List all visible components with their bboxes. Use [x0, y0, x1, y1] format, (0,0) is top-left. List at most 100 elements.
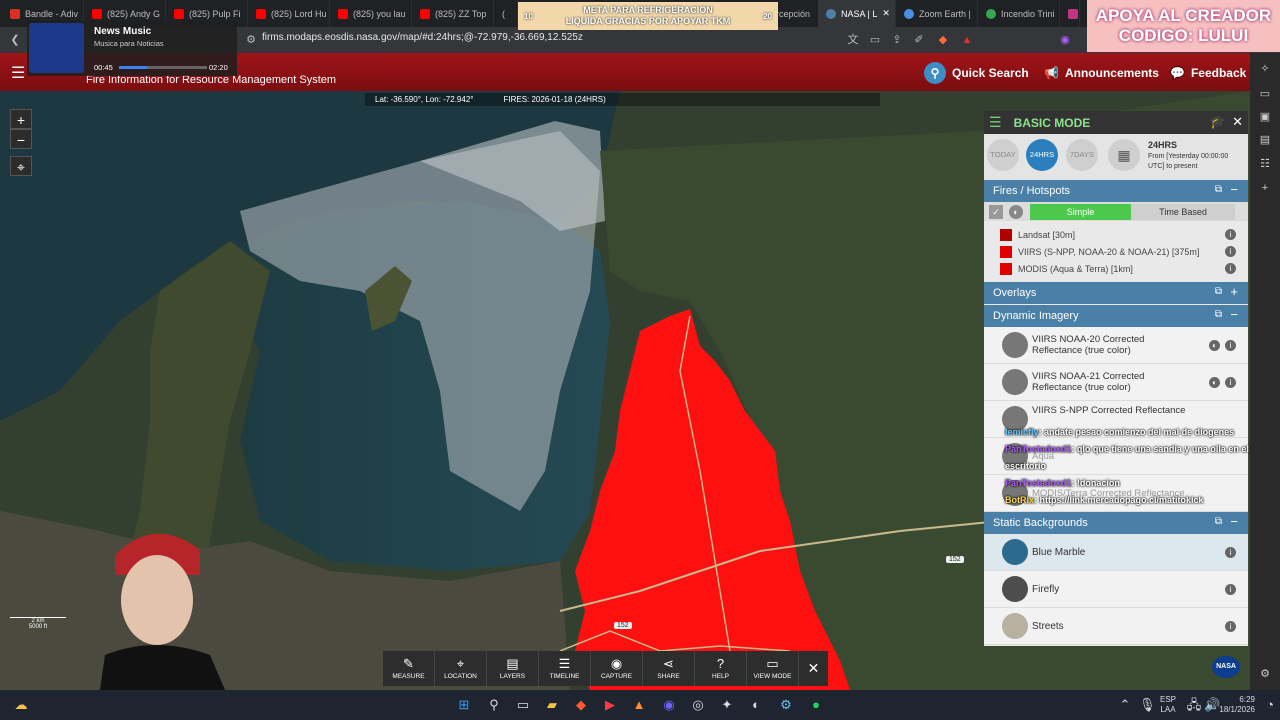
brave-icon[interactable]: ◆: [573, 697, 589, 713]
sidebar-icon[interactable]: ▭: [1258, 87, 1272, 101]
menu-icon[interactable]: ☰: [989, 114, 1002, 131]
file-explorer-icon[interactable]: ▰: [544, 697, 560, 713]
close-panel-icon[interactable]: ✕: [1232, 114, 1243, 130]
opacity-icon[interactable]: ◐: [1209, 376, 1220, 388]
add-icon[interactable]: +: [1258, 181, 1272, 195]
overlays-section-header[interactable]: Overlays ⧉ +: [984, 282, 1248, 304]
volume-icon[interactable]: 🔊: [1204, 697, 1220, 713]
browser-tab[interactable]: (: [494, 0, 518, 27]
announcements-button[interactable]: 📢 Announcements: [1044, 62, 1159, 84]
url-field[interactable]: firms.modaps.eosdis.nasa.gov/map/#d:24hr…: [262, 32, 583, 43]
calendar-icon[interactable]: ▦: [1108, 139, 1140, 171]
settings-icon[interactable]: ⚙: [1258, 667, 1272, 681]
info-icon[interactable]: i: [1225, 229, 1236, 240]
expand-icon[interactable]: ⧉: [1215, 309, 1222, 320]
quick-search-button[interactable]: ⚲ Quick Search: [924, 62, 1029, 84]
windows-start-icon[interactable]: ⊞: [456, 697, 472, 713]
graduation-cap-icon[interactable]: 🎓: [1210, 114, 1226, 130]
wallet-icon[interactable]: ▣: [1258, 110, 1272, 124]
close-toolbar-icon[interactable]: ✕: [799, 651, 828, 686]
24hrs-button[interactable]: 24HRS: [1026, 139, 1058, 171]
bookmarks-icon[interactable]: ▤: [1258, 133, 1272, 147]
timeline-button[interactable]: ☰ TIMELINE: [539, 651, 591, 686]
spotify-icon[interactable]: ●: [808, 697, 824, 713]
bookmark-icon[interactable]: ✐: [912, 33, 926, 47]
time-based-tab[interactable]: Time Based: [1131, 203, 1235, 220]
location-button[interactable]: ⌖ LOCATION: [435, 651, 487, 686]
fires-section-header[interactable]: Fires / Hotspots ⧉ −: [984, 180, 1248, 202]
static-backgrounds-header[interactable]: Static Backgrounds ⧉ −: [984, 512, 1248, 534]
brave-rewards-icon[interactable]: ▲: [960, 33, 974, 47]
expand-icon[interactable]: ⧉: [1215, 286, 1222, 297]
dynamic-imagery-header[interactable]: Dynamic Imagery ⧉ −: [984, 305, 1248, 327]
cast-icon[interactable]: ▭: [868, 33, 882, 47]
feedback-button[interactable]: 💬 Feedback: [1170, 62, 1246, 84]
info-icon[interactable]: i: [1225, 263, 1236, 274]
fire-layer-viirs[interactable]: VIIRS (S-NPP, NOAA-20 & NOAA-21) [375m] i: [984, 243, 1248, 260]
expand-icon[interactable]: ⧉: [1215, 184, 1222, 195]
help-button[interactable]: ? HELP: [695, 651, 747, 686]
weather-icon[interactable]: ☁: [13, 697, 29, 713]
tray-chevron-icon[interactable]: ⌃: [1117, 697, 1133, 713]
network-icon[interactable]: 🖧: [1186, 697, 1202, 713]
site-settings-icon[interactable]: ⚙: [244, 33, 258, 47]
app-icon[interactable]: ▲: [631, 697, 647, 713]
collapse-icon[interactable]: −: [1230, 182, 1238, 197]
zoom-out-button[interactable]: −: [10, 129, 32, 149]
dynamic-layer[interactable]: VIIRS NOAA-20 Corrected Reflectance (tru…: [984, 327, 1248, 364]
back-icon[interactable]: ❮: [8, 33, 22, 47]
opacity-icon[interactable]: ◐: [1009, 204, 1023, 219]
browser-tab[interactable]: (825) you lau: [330, 0, 412, 27]
share-button[interactable]: ⋖ SHARE: [643, 651, 695, 686]
info-icon[interactable]: i: [1225, 583, 1236, 595]
steam-icon[interactable]: ⚙: [778, 697, 794, 713]
discord-icon[interactable]: ◉: [661, 697, 677, 713]
hamburger-menu-icon[interactable]: ☰: [11, 63, 25, 83]
app-icon[interactable]: ✦: [719, 697, 735, 713]
dynamic-layer[interactable]: VIIRS NOAA-21 Corrected Reflectance (tru…: [984, 364, 1248, 401]
browser-tab-active[interactable]: NASA | L ✕: [818, 0, 896, 27]
info-icon[interactable]: i: [1225, 246, 1236, 257]
zoom-in-button[interactable]: +: [10, 109, 32, 129]
brave-shield-icon[interactable]: ◆: [936, 33, 950, 47]
obs-icon[interactable]: ◎: [690, 697, 706, 713]
measure-button[interactable]: ✎ MEASURE: [383, 651, 435, 686]
sidebar-icon[interactable]: ✧: [1258, 62, 1272, 76]
info-icon[interactable]: i: [1225, 376, 1236, 388]
browser-tab[interactable]: (: [1060, 0, 1080, 27]
info-icon[interactable]: i: [1225, 546, 1236, 558]
7days-button[interactable]: 7DAYS: [1066, 139, 1098, 171]
collapse-icon[interactable]: −: [1230, 514, 1238, 529]
capture-button[interactable]: ◉ CAPTURE: [591, 651, 643, 686]
browser-tab[interactable]: (825) ZZ Top: [412, 0, 494, 27]
extension-icon[interactable]: ◉: [1058, 33, 1072, 47]
notifications-icon[interactable]: ◔: [1262, 697, 1278, 713]
close-tab-icon[interactable]: ✕: [882, 8, 890, 19]
search-icon[interactable]: ⚲: [486, 697, 502, 713]
share-page-icon[interactable]: ⇪: [890, 33, 904, 47]
app-icon[interactable]: ◐: [748, 697, 764, 713]
info-icon[interactable]: i: [1225, 620, 1236, 632]
view-mode-button[interactable]: ▭ VIEW MODE: [747, 651, 799, 686]
simple-tab[interactable]: Simple: [1030, 203, 1131, 220]
expand-icon[interactable]: ⧉: [1215, 516, 1222, 527]
clock[interactable]: 6:29 18/1/2026: [1219, 695, 1255, 715]
collapse-icon[interactable]: −: [1230, 307, 1238, 322]
add-icon[interactable]: +: [1230, 284, 1238, 299]
language-indicator[interactable]: ESP LAA: [1160, 695, 1176, 715]
background-streets[interactable]: Streets i: [984, 608, 1248, 645]
translate-icon[interactable]: 文: [846, 33, 860, 47]
opacity-icon[interactable]: ◐: [1209, 339, 1220, 351]
background-blue-marble[interactable]: Blue Marble i: [984, 534, 1248, 571]
info-icon[interactable]: i: [1225, 339, 1236, 351]
locate-button[interactable]: ⌖: [10, 156, 32, 176]
reading-list-icon[interactable]: ☷: [1258, 157, 1272, 171]
microphone-icon[interactable]: 🎙: [1139, 697, 1156, 713]
background-firefly[interactable]: Firefly i: [984, 571, 1248, 608]
today-button[interactable]: TODAY: [987, 139, 1019, 171]
browser-tab[interactable]: Zoom Earth |: [896, 0, 978, 27]
fire-layer-landsat[interactable]: Landsat [30m] i: [984, 226, 1248, 243]
browser-tab[interactable]: (825) Lord Hu: [248, 0, 330, 27]
checkbox-icon[interactable]: ✓: [989, 204, 1003, 219]
task-view-icon[interactable]: ▭: [515, 697, 531, 713]
